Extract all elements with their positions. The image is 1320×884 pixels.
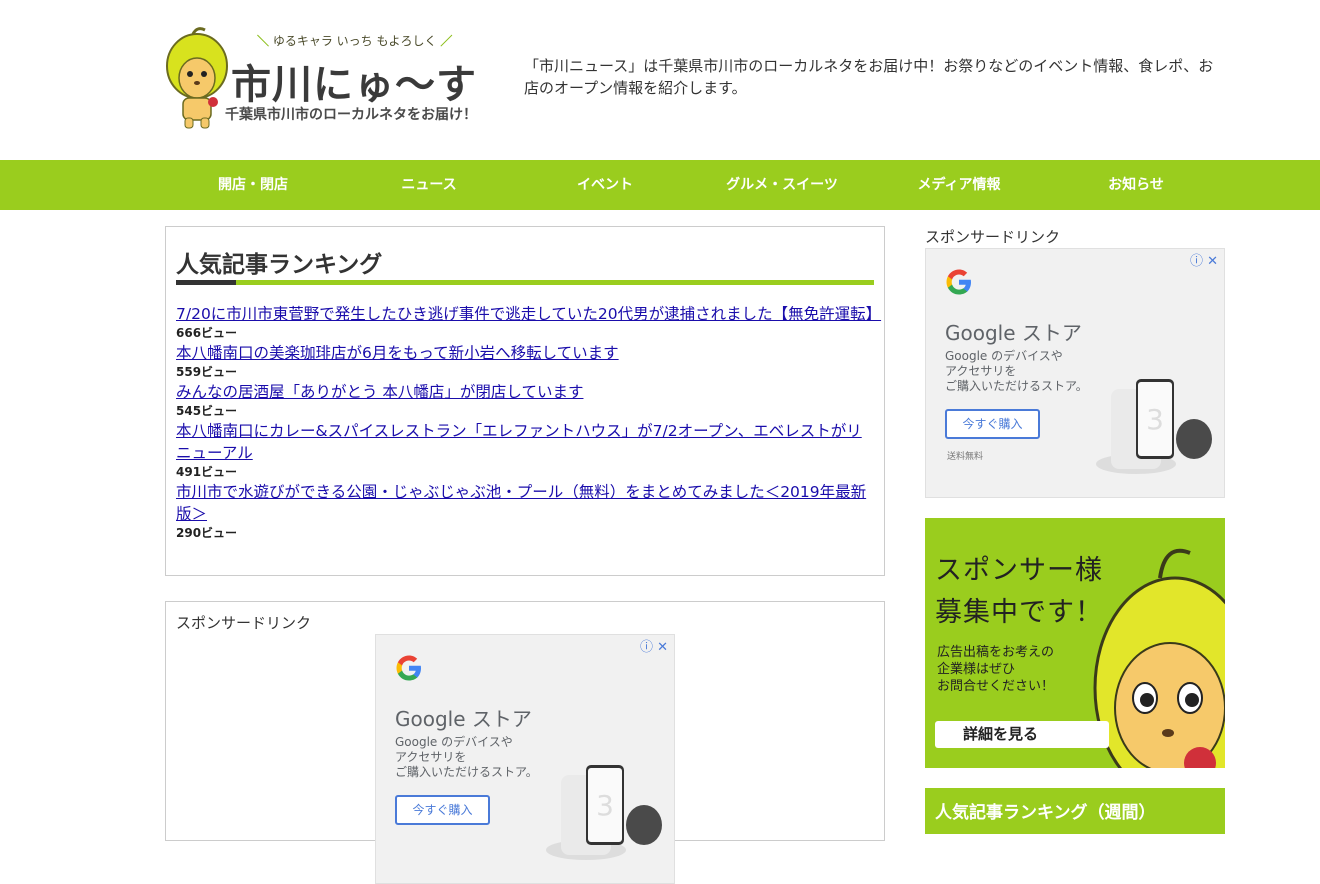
view-count: 491ビュー [176,465,238,479]
ad-close-icon[interactable]: ⓘ ✕ [1190,250,1218,269]
site-title[interactable]: 市川にゅ～す [231,52,477,110]
devices-image-icon: 3 [1096,379,1212,474]
google-store-ad-sidebar[interactable]: ⓘ ✕ Google ストア Google のデバイスや アクセサリを ご購入い… [925,248,1225,498]
weekly-ranking-title: 人気記事ランキング（週間） [935,803,1156,823]
google-logo-icon [946,269,971,295]
main-nav: 開店・閉店 ニュース イベント グルメ・スイーツ メディア情報 お知らせ [0,160,1320,210]
view-count: 290ビュー [176,526,238,540]
buy-now-button[interactable]: 今すぐ購入 [395,795,490,825]
mascot-icon [166,27,228,129]
logo-subtitle: 千葉県市川市のローカルネタをお届け！ [225,107,477,123]
nav-item-gourmet[interactable]: グルメ・スイーツ [694,160,870,210]
ranking-list: 7/20に市川市東菅野で発生したひき逃げ事件で逃走していた20代男が逮捕されまし… [176,303,881,542]
article-link[interactable]: 本八幡南口の美楽珈琲店が6月をもって新小岩へ移転しています [176,342,876,364]
mascot-icon [1093,548,1225,768]
view-count: 666ビュー [176,326,238,340]
devices-image-icon: 3 [546,765,662,860]
ad-close-icon[interactable]: ⓘ ✕ [640,636,668,655]
buy-now-button[interactable]: 今すぐ購入 [945,409,1040,439]
nav-item-news[interactable]: ニュース [341,160,517,210]
list-item: 本八幡南口の美楽珈琲店が6月をもって新小岩へ移転しています 559ビュー [176,342,876,381]
sponsored-links-box: スポンサードリンク ⓘ ✕ Google ストア Google のデバイスや ア… [165,601,885,884]
svg-text:3: 3 [596,789,614,822]
site-logo[interactable]: ＼ ゆるキャラ いっち もよろしく ／ 市川にゅ～す 千葉県市川市のローカルネタ… [165,24,485,134]
list-item: 7/20に市川市東菅野で発生したひき逃げ事件で逃走していた20代男が逮捕されまし… [176,303,881,342]
article-link[interactable]: 本八幡南口にカレー&スパイスレストラン「エレファントハウス」が7/2オープン、エ… [176,420,876,464]
banner-headline-1: スポンサー様 [935,555,1103,586]
site-description: 「市川ニュース」は千葉県市川市のローカルネタをお届け中！お祭りなどのイベント情報… [524,57,1214,97]
banner-text: 広告出稿をお考えの 企業様はぜひ お問合せください！ [937,645,1055,694]
nav-item-open-close[interactable]: 開店・閉店 [165,160,341,210]
article-link[interactable]: 7/20に市川市東菅野で発生したひき逃げ事件で逃走していた20代男が逮捕されまし… [176,303,881,325]
list-item: みんなの居酒屋「ありがとう 本八幡店」が閉店しています 545ビュー [176,381,876,420]
banner-headline-2: 募集中です！ [935,597,1103,628]
ad-text: Google のデバイスや アクセサリを ご購入いただけるストア。 [395,735,538,779]
sponsor-label: スポンサードリンク [176,614,312,632]
sponsor-recruit-banner[interactable]: スポンサー様 募集中です！ 広告出稿をお考えの 企業様はぜひ お問合せください！… [925,518,1225,768]
svg-text:3: 3 [1146,403,1164,436]
nav-item-notice[interactable]: お知らせ [1048,160,1224,210]
nav-item-events[interactable]: イベント [517,160,693,210]
ad-text: Google のデバイスや アクセサリを ご購入いただけるストア。 [945,349,1088,393]
google-logo-icon [396,655,421,681]
site-header: ＼ ゆるキャラ いっち もよろしく ／ 市川にゅ～す 千葉県市川市のローカルネタ… [0,0,1320,160]
list-item: 市川市で水遊びができる公園・じゃぶじゃぶ池・プール（無料）をまとめてみました＜2… [176,481,876,542]
sidebar-sponsor-label: スポンサードリンク [925,228,1061,246]
ad-title: Google ストア [945,321,1082,345]
view-count: 559ビュー [176,365,238,379]
ranking-title: 人気記事ランキング [176,252,383,278]
ad-title: Google ストア [395,707,532,731]
ad-shipping: 送料無料 [947,452,984,462]
view-count: 545ビュー [176,404,238,418]
article-link[interactable]: みんなの居酒屋「ありがとう 本八幡店」が閉店しています [176,381,876,403]
ranking-widget: 人気記事ランキング 7/20に市川市東菅野で発生したひき逃げ事件で逃走していた2… [165,226,885,576]
weekly-ranking-header: 人気記事ランキング（週間） [925,788,1225,834]
title-underline [176,280,874,285]
list-item: 本八幡南口にカレー&スパイスレストラン「エレファントハウス」が7/2オープン、エ… [176,420,876,481]
details-button[interactable]: 詳細を見る [935,721,1109,748]
nav-item-media[interactable]: メディア情報 [871,160,1047,210]
google-store-ad[interactable]: ⓘ ✕ Google ストア Google のデバイスや アクセサリを ご購入い… [375,634,675,884]
logo-tagline: ＼ ゆるキャラ いっち もよろしく ／ [257,34,453,48]
article-link[interactable]: 市川市で水遊びができる公園・じゃぶじゃぶ池・プール（無料）をまとめてみました＜2… [176,481,876,525]
